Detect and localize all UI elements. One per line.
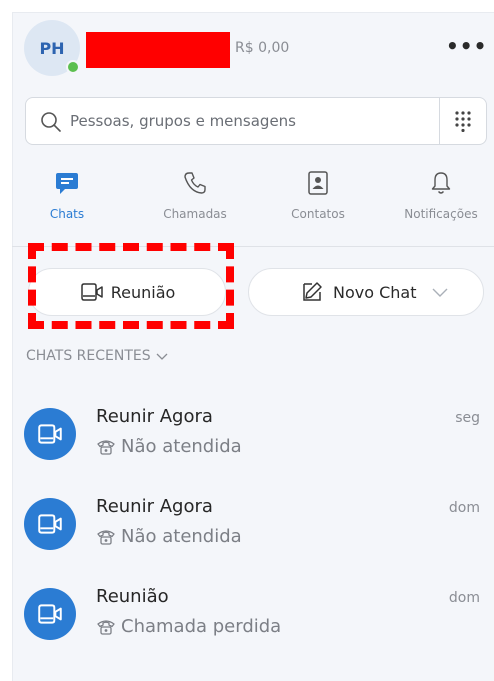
- chat-list-item[interactable]: Reunir Agora Não atendida seg: [24, 402, 490, 472]
- chat-subtitle-text: Chamada perdida: [121, 616, 282, 637]
- recent-chats-header[interactable]: CHATS RECENTES: [26, 348, 169, 364]
- chat-time: dom: [448, 590, 480, 606]
- chat-subtitle: Chamada perdida: [96, 616, 281, 637]
- chat-subtitle-text: Não atendida: [121, 526, 242, 547]
- phone-icon: [184, 172, 206, 194]
- credit-balance[interactable]: R$ 0,00: [235, 40, 289, 56]
- main-navigation: Chats Chamadas Contatos Notificações: [36, 170, 492, 240]
- annotation-highlight-box: [28, 243, 234, 329]
- tab-calls-label: Chamadas: [163, 207, 227, 221]
- chat-list-item[interactable]: Reunir Agora Não atendida dom: [24, 492, 490, 562]
- online-status-dot: [66, 60, 80, 74]
- recent-chats-title: CHATS RECENTES: [26, 348, 151, 364]
- bell-icon: [431, 172, 451, 194]
- search-input[interactable]: Pessoas, grupos e mensagens: [70, 112, 296, 130]
- profile-initials: PH: [39, 38, 65, 58]
- dialpad-icon: [455, 111, 471, 132]
- chat-avatar: [24, 498, 76, 550]
- chat-subtitle: Não atendida: [96, 436, 242, 457]
- new-chat-button[interactable]: Novo Chat: [248, 268, 484, 316]
- more-options-button[interactable]: •••: [446, 34, 487, 58]
- chat-title: Reunião: [96, 586, 169, 607]
- chevron-down-icon[interactable]: [431, 286, 449, 298]
- new-chat-button-label: Novo Chat: [333, 282, 417, 302]
- tab-notifications[interactable]: Notificações: [396, 170, 486, 221]
- tab-chats-label: Chats: [49, 207, 85, 221]
- chat-title: Reunir Agora: [96, 406, 213, 427]
- chat-time: seg: [455, 410, 480, 426]
- redacted-username: [86, 32, 230, 68]
- tab-notifications-label: Notificações: [404, 207, 478, 221]
- tab-contacts-label: Contatos: [291, 207, 345, 221]
- chat-subtitle: Não atendida: [96, 526, 242, 547]
- video-call-icon: [38, 604, 62, 624]
- contacts-icon: [308, 171, 328, 195]
- tab-calls[interactable]: Chamadas: [150, 170, 240, 221]
- chat-icon: [56, 173, 78, 194]
- video-call-icon: [38, 424, 62, 444]
- dialpad-button[interactable]: [439, 98, 486, 144]
- telephone-icon: [97, 529, 115, 545]
- telephone-icon: [97, 619, 115, 635]
- profile-avatar[interactable]: PH: [24, 20, 80, 76]
- search-bar[interactable]: Pessoas, grupos e mensagens: [25, 97, 487, 145]
- tab-chats[interactable]: Chats: [22, 170, 112, 221]
- compose-icon: [303, 282, 322, 301]
- tab-contacts[interactable]: Contatos: [273, 170, 363, 221]
- video-call-icon: [38, 514, 62, 534]
- chat-subtitle-text: Não atendida: [121, 436, 242, 457]
- chevron-down-icon: [156, 353, 168, 360]
- chat-avatar: [24, 588, 76, 640]
- chat-time: dom: [448, 500, 480, 516]
- chat-title: Reunir Agora: [96, 496, 213, 517]
- chat-list-item[interactable]: Reunião Chamada perdida dom: [24, 582, 490, 652]
- telephone-icon: [97, 439, 115, 455]
- search-icon: [41, 112, 61, 132]
- chat-avatar: [24, 408, 76, 460]
